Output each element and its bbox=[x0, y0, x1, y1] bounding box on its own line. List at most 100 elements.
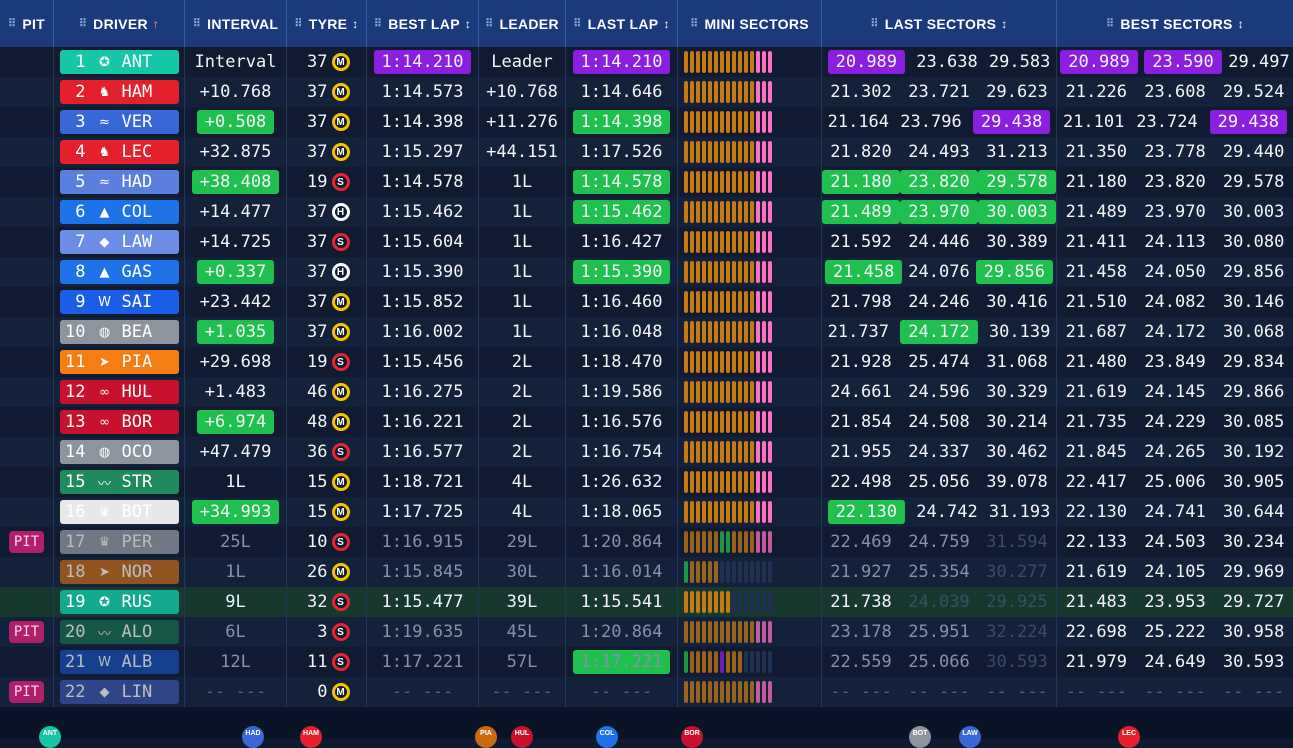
driver-badge[interactable]: 12 ∞ HUL bbox=[59, 380, 179, 404]
driver-cell[interactable]: 21 W ALB bbox=[54, 647, 185, 677]
table-row[interactable]: 3 ≈ VER +0.508 37 M 1:14.398 +11.276 1:14.398 21.… bbox=[0, 107, 1293, 137]
drag-handle-icon[interactable]: ⠿ bbox=[79, 17, 87, 30]
drag-handle-icon[interactable]: ⠿ bbox=[485, 17, 493, 30]
driver-cell[interactable]: 1 ✪ ANT bbox=[54, 47, 185, 77]
driver-badge[interactable]: 19 ✪ RUS bbox=[59, 590, 179, 614]
driver-cell[interactable]: 10 ◍ BEA bbox=[54, 317, 185, 347]
table-row[interactable]: PIT 22 ◆ LIN -- --- 0 M -- --- -- --- -- --- -- --… bbox=[0, 677, 1293, 707]
driver-badge[interactable]: 8 ▲ GAS bbox=[59, 260, 179, 284]
driver-cell[interactable]: 14 ◍ OCO bbox=[54, 437, 185, 467]
driver-badge[interactable]: 7 ◆ LAW bbox=[59, 230, 179, 254]
track-marker[interactable]: HUL bbox=[511, 726, 533, 748]
table-row[interactable]: 10 ◍ BEA +1.035 37 M 1:16.002 1L 1:16.048 21.737 2… bbox=[0, 317, 1293, 347]
driver-cell[interactable]: 12 ∞ HUL bbox=[54, 377, 185, 407]
sort-toggle-icon[interactable]: ↕ bbox=[1238, 17, 1244, 31]
table-row[interactable]: 5 ≈ HAD +38.408 19 S 1:14.578 1L 1:14.578 21.180 2… bbox=[0, 167, 1293, 197]
driver-badge[interactable]: 16 ♛ BOT bbox=[59, 500, 179, 524]
table-row[interactable]: 13 ∞ BOR +6.974 48 M 1:16.221 2L 1:16.576 21.854 2… bbox=[0, 407, 1293, 437]
driver-cell[interactable]: 13 ∞ BOR bbox=[54, 407, 185, 437]
driver-badge[interactable]: 4 ♞ LEC bbox=[59, 140, 179, 164]
driver-cell[interactable]: 19 ✪ RUS bbox=[54, 587, 185, 617]
table-row[interactable]: 2 ♞ HAM +10.768 37 M 1:14.573 +10.768 1:14.646 21… bbox=[0, 77, 1293, 107]
table-row[interactable]: 14 ◍ OCO +47.479 36 S 1:16.577 2L 1:16.754 21.955… bbox=[0, 437, 1293, 467]
driver-cell[interactable]: 4 ♞ LEC bbox=[54, 137, 185, 167]
driver-badge[interactable]: 9 W SAI bbox=[59, 290, 179, 314]
sort-toggle-icon[interactable]: ↕ bbox=[1001, 17, 1007, 31]
track-marker[interactable]: COL bbox=[596, 726, 618, 748]
leader-column-header[interactable]: ⠿ LEADER bbox=[479, 0, 566, 47]
track-marker[interactable]: PIA bbox=[475, 726, 497, 748]
drag-handle-icon[interactable]: ⠿ bbox=[294, 17, 302, 30]
drag-handle-icon[interactable]: ⠿ bbox=[690, 17, 698, 30]
table-row[interactable]: 12 ∞ HUL +1.483 46 M 1:16.275 2L 1:19.586 24.661 2… bbox=[0, 377, 1293, 407]
table-row[interactable]: 8 ▲ GAS +0.337 37 H 1:15.390 1L 1:15.390 21.458 24… bbox=[0, 257, 1293, 287]
interval-column-header[interactable]: ⠿ INTERVAL bbox=[185, 0, 287, 47]
drag-handle-icon[interactable]: ⠿ bbox=[8, 17, 16, 30]
driver-badge[interactable]: 3 ≈ VER bbox=[59, 110, 179, 134]
table-row[interactable]: 1 ✪ ANT Interval 37 M 1:14.210 Leader 1:14.210 20… bbox=[0, 47, 1293, 77]
driver-badge[interactable]: 22 ◆ LIN bbox=[59, 680, 179, 704]
sort-toggle-icon[interactable]: ↕ bbox=[465, 17, 471, 31]
driver-cell[interactable]: 2 ♞ HAM bbox=[54, 77, 185, 107]
track-marker[interactable]: ANT bbox=[39, 726, 61, 748]
table-row[interactable]: 11 ➤ PIA +29.698 19 S 1:15.456 2L 1:18.470 21.928… bbox=[0, 347, 1293, 377]
driver-cell[interactable]: 17 ♛ PER bbox=[54, 527, 185, 557]
driver-badge[interactable]: 10 ◍ BEA bbox=[59, 320, 179, 344]
driver-badge[interactable]: 6 ▲ COL bbox=[59, 200, 179, 224]
driver-cell[interactable]: 18 ➤ NOR bbox=[54, 557, 185, 587]
driver-cell[interactable]: 6 ▲ COL bbox=[54, 197, 185, 227]
table-row[interactable]: 9 W SAI +23.442 37 M 1:15.852 1L 1:16.460 21.798 2… bbox=[0, 287, 1293, 317]
driver-badge[interactable]: 5 ≈ HAD bbox=[59, 170, 179, 194]
driver-badge[interactable]: 17 ♛ PER bbox=[59, 530, 179, 554]
last-sectors-column-header[interactable]: ⠿ LAST SECTORS ↕ bbox=[822, 0, 1057, 47]
sort-toggle-icon[interactable]: ↕ bbox=[352, 17, 358, 31]
driver-badge[interactable]: 11 ➤ PIA bbox=[59, 350, 179, 374]
driver-cell[interactable]: 20 〰 ALO bbox=[54, 617, 185, 647]
track-marker[interactable]: HAM bbox=[300, 726, 322, 748]
track-marker[interactable]: LAW bbox=[959, 726, 981, 748]
table-row[interactable]: 21 W ALB 12L 11 S 1:17.221 57L 1:17.221 22.559 25.… bbox=[0, 647, 1293, 677]
table-row[interactable]: PIT 20 〰 ALO 6L 3 S 1:19.635 45L 1:20.864 23.178 25… bbox=[0, 617, 1293, 647]
track-marker[interactable]: HAD bbox=[242, 726, 264, 748]
drag-handle-icon[interactable]: ⠿ bbox=[573, 17, 581, 30]
driver-cell[interactable]: 22 ◆ LIN bbox=[54, 677, 185, 707]
driver-cell[interactable]: 11 ➤ PIA bbox=[54, 347, 185, 377]
driver-cell[interactable]: 7 ◆ LAW bbox=[54, 227, 185, 257]
best-sectors-column-header[interactable]: ⠿ BEST SECTORS ↕ bbox=[1057, 0, 1293, 47]
driver-badge[interactable]: 21 W ALB bbox=[59, 650, 179, 674]
table-row[interactable]: 4 ♞ LEC +32.875 37 M 1:15.297 +44.151 1:17.526 21… bbox=[0, 137, 1293, 167]
drag-handle-icon[interactable]: ⠿ bbox=[1106, 17, 1114, 30]
mini-sectors-column-header[interactable]: ⠿ MINI SECTORS bbox=[678, 0, 822, 47]
sort-toggle-icon[interactable]: ↕ bbox=[663, 17, 669, 31]
drag-handle-icon[interactable]: ⠿ bbox=[193, 17, 201, 30]
driver-badge[interactable]: 14 ◍ OCO bbox=[59, 440, 179, 464]
driver-cell[interactable]: 3 ≈ VER bbox=[54, 107, 185, 137]
table-row[interactable]: 18 ➤ NOR 1L 26 M 1:15.845 30L 1:16.014 21.927 25.3… bbox=[0, 557, 1293, 587]
driver-badge[interactable]: 13 ∞ BOR bbox=[59, 410, 179, 434]
best-lap-column-header[interactable]: ⠿ BEST LAP ↕ bbox=[367, 0, 479, 47]
driver-cell[interactable]: 16 ♛ BOT bbox=[54, 497, 185, 527]
sort-up-arrow-icon[interactable]: ↑ bbox=[153, 17, 159, 31]
driver-cell[interactable]: 5 ≈ HAD bbox=[54, 167, 185, 197]
track-marker[interactable]: BOR bbox=[681, 726, 703, 748]
table-row[interactable]: 7 ◆ LAW +14.725 37 S 1:15.604 1L 1:16.427 21.592 2… bbox=[0, 227, 1293, 257]
pit-column-header[interactable]: ⠿ PIT bbox=[0, 0, 54, 47]
driver-badge[interactable]: 20 〰 ALO bbox=[59, 620, 179, 644]
driver-badge[interactable]: 18 ➤ NOR bbox=[59, 560, 179, 584]
driver-column-header[interactable]: ⠿ DRIVER ↑ bbox=[54, 0, 185, 47]
table-row[interactable]: 16 ♛ BOT +34.993 15 M 1:17.725 4L 1:18.065 22.130… bbox=[0, 497, 1293, 527]
driver-badge[interactable]: 15 〰 STR bbox=[59, 470, 179, 494]
table-row[interactable]: 6 ▲ COL +14.477 37 H 1:15.462 1L 1:15.462 21.489 2… bbox=[0, 197, 1293, 227]
drag-handle-icon[interactable]: ⠿ bbox=[374, 17, 382, 30]
driver-cell[interactable]: 15 〰 STR bbox=[54, 467, 185, 497]
table-row[interactable]: 15 〰 STR 1L 15 M 1:18.721 4L 1:26.632 22.498 25.05… bbox=[0, 467, 1293, 497]
drag-handle-icon[interactable]: ⠿ bbox=[870, 17, 878, 30]
driver-cell[interactable]: 9 W SAI bbox=[54, 287, 185, 317]
driver-cell[interactable]: 8 ▲ GAS bbox=[54, 257, 185, 287]
driver-badge[interactable]: 2 ♞ HAM bbox=[59, 80, 179, 104]
last-lap-column-header[interactable]: ⠿ LAST LAP ↕ bbox=[566, 0, 678, 47]
driver-badge[interactable]: 1 ✪ ANT bbox=[59, 50, 179, 74]
track-marker[interactable]: BOT bbox=[909, 726, 931, 748]
table-row[interactable]: 19 ✪ RUS 9L 32 S 1:15.477 39L 1:15.541 21.738 24.0… bbox=[0, 587, 1293, 617]
table-row[interactable]: PIT 17 ♛ PER 25L 10 S 1:16.915 29L 1:20.864 22.469… bbox=[0, 527, 1293, 557]
